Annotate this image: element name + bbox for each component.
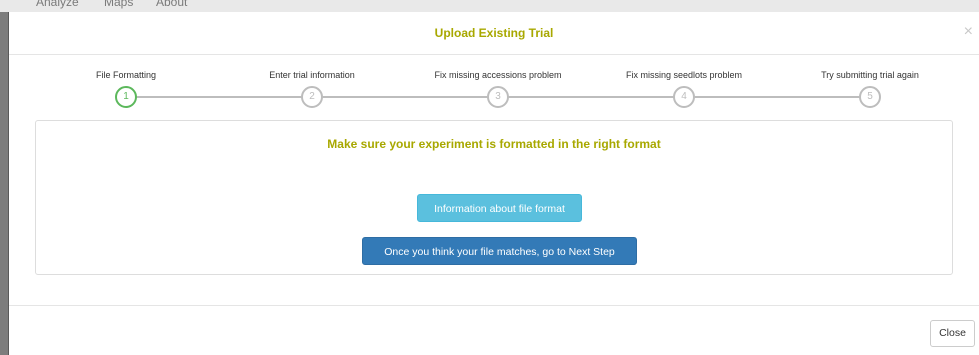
- close-icon[interactable]: ×: [964, 24, 973, 40]
- modal-header: Upload Existing Trial ×: [9, 12, 979, 55]
- panel-heading: Make sure your experiment is formatted i…: [327, 137, 661, 151]
- nav-item-analyze: Analyze: [36, 0, 79, 9]
- step-4-circle[interactable]: 4: [673, 86, 695, 108]
- close-button[interactable]: Close: [930, 320, 975, 347]
- step-progress: File Formatting 1 Enter trial informatio…: [9, 70, 979, 110]
- background-nav-bar: Analyze Maps About: [0, 0, 979, 12]
- step-2-circle[interactable]: 2: [301, 86, 323, 108]
- step-label-file-formatting: File Formatting: [95, 70, 157, 80]
- step-5-circle[interactable]: 5: [859, 86, 881, 108]
- nav-item-maps: Maps: [104, 0, 134, 9]
- step-label-fix-missing-accessions: Fix missing accessions problem: [434, 70, 562, 80]
- step-1-circle[interactable]: 1: [115, 86, 137, 108]
- file-format-info-button[interactable]: Information about file format: [417, 194, 582, 222]
- step-3-circle[interactable]: 3: [487, 86, 509, 108]
- file-format-panel: Make sure your experiment is formatted i…: [35, 120, 953, 275]
- nav-item-about: About: [156, 0, 188, 9]
- step-label-try-submitting-again: Try submitting trial again: [821, 70, 919, 80]
- modal-footer: Close: [9, 305, 979, 355]
- step-label-enter-trial-information: Enter trial information: [269, 70, 355, 80]
- upload-trial-modal: Upload Existing Trial × File Formatting …: [8, 12, 979, 355]
- backdrop: [0, 12, 8, 355]
- modal-title: Upload Existing Trial: [434, 26, 554, 40]
- step-label-fix-missing-seedlots: Fix missing seedlots problem: [625, 70, 743, 80]
- next-step-button[interactable]: Once you think your file matches, go to …: [362, 237, 637, 265]
